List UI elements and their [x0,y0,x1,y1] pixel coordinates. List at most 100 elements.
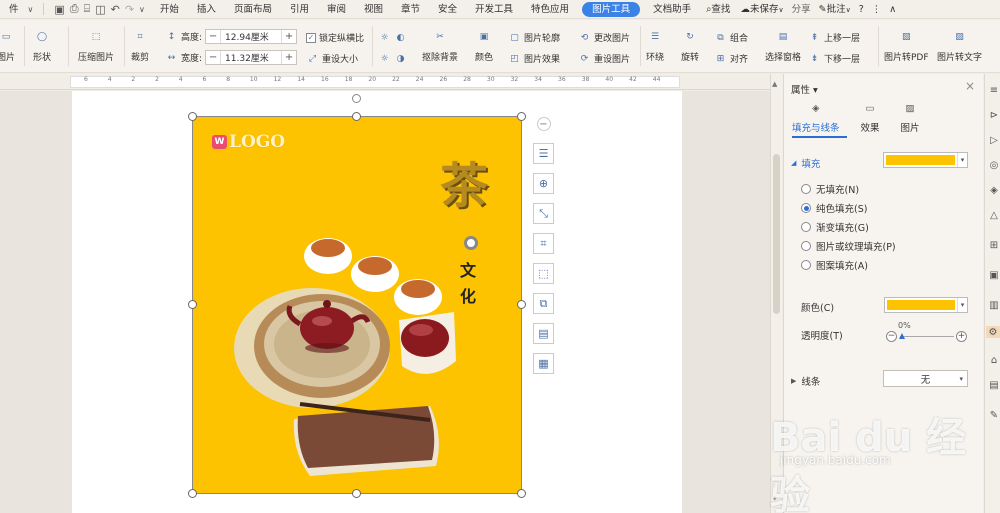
share-button[interactable]: 分享 [788,0,815,19]
more-tools-icon[interactable]: ▦ [533,353,554,374]
scroll-up-icon[interactable]: ▲ [772,80,777,88]
reset-size-button[interactable]: ⤢ 重设大小 [306,52,358,66]
radio-pattern-fill[interactable]: 图案填充(A) [801,258,868,272]
image-icon[interactable]: ▣ [988,269,1000,281]
minus-icon[interactable]: − [206,31,220,42]
cursor-icon[interactable]: ▷ [988,134,1000,146]
collapse-toolbar-icon[interactable]: − [536,117,551,131]
location-icon[interactable]: ◎ [988,159,1000,171]
send-backward-button[interactable]: ⇟ 下移一层 [808,52,860,66]
color-picker[interactable]: ▾ [884,297,968,313]
resize-handle-top-right[interactable] [517,112,526,121]
tab-page-layout[interactable]: 页面布局 [225,0,281,19]
resize-handle-bottom-left[interactable] [188,489,197,498]
width-value[interactable]: 11.32厘米 [220,51,283,64]
contrast-icon[interactable]: ◐ [394,31,407,44]
slider-knob[interactable] [899,333,905,339]
contrast-down-icon[interactable]: ◑ [394,52,407,65]
radio-no-fill[interactable]: 无填充(N) [801,182,859,196]
resize-handle-left[interactable] [188,300,197,309]
tab-fill-and-line[interactable]: ◈ 填充与线条 [792,99,840,135]
tab-effects[interactable]: ▭ 效果 [860,99,880,135]
tab-home[interactable]: 开始 [151,0,188,19]
transparency-slider[interactable]: − 0% + [886,321,968,344]
print-icon[interactable]: ⌸ [84,2,91,16]
selection-pane-button[interactable]: ▤ 选择窗格 [765,28,801,63]
tab-picture-tools[interactable]: 图片工具 [582,1,641,17]
tab-view[interactable]: 视图 [355,0,392,19]
undo-icon[interactable]: ↶ [111,3,120,16]
unsaved-button[interactable]: ☁未保存∨ [736,0,787,19]
lock-ratio-checkbox[interactable]: ✓ 锁定纵横比 [306,31,364,44]
outline-button[interactable]: ▢ 图片轮廓 [508,31,560,45]
resize-handle-top-left[interactable] [188,112,197,121]
select-icon[interactable]: ⊳ [988,109,1000,121]
resize-handle-bottom-right[interactable] [517,489,526,498]
fill-color-picker[interactable]: ▾ [883,152,968,168]
panel-title[interactable]: 属性 ▾ [791,82,818,96]
style-icon[interactable]: △ [988,209,1000,221]
tab-review[interactable]: 审阅 [318,0,355,19]
picture-to-pdf-button[interactable]: ▧ 图片转PDF [884,28,929,63]
height-value[interactable]: 12.94厘米 [220,30,283,43]
height-stepper[interactable]: − 12.94厘米 + [205,29,298,44]
remove-background-button[interactable]: ✂ 抠除背景 [422,28,458,63]
more-icon[interactable]: ⋮ [868,0,886,19]
extract-icon[interactable]: ⬚ [533,263,554,284]
line-style-dropdown[interactable]: 无 ▾ [883,370,968,387]
tab-featured[interactable]: 特色应用 [522,0,578,19]
tab-developer[interactable]: 开发工具 [466,0,522,19]
bucket-icon[interactable]: ◈ [988,184,1000,196]
slider-track[interactable] [900,336,954,337]
copy-picture-icon[interactable]: ⧉ [533,293,554,314]
translate-icon[interactable]: ▤ [533,323,554,344]
plus-icon[interactable]: + [956,331,967,342]
chart-icon[interactable]: ▥ [988,299,1000,311]
page-up-icon[interactable]: ⇞ [772,482,778,490]
compress-picture-button[interactable]: ⬚ 压缩图片 [78,28,114,63]
share-icon[interactable]: ⌂ [988,354,1000,366]
resize-handle-top[interactable] [352,112,361,121]
crop-icon[interactable]: ⌗ [533,233,554,254]
chevron-down-icon[interactable]: ∨ [139,5,145,14]
line-section-header[interactable]: ▶ 线条 [791,374,820,388]
color-button[interactable]: ▣ 颜色 [474,28,494,63]
tab-insert[interactable]: 插入 [188,0,225,19]
tab-picture[interactable]: ▨ 图片 [900,99,920,135]
file-menu[interactable]: 件 [0,0,28,19]
insert-picture-button[interactable]: ▭ 图片 [0,28,16,63]
radio-solid-fill[interactable]: 纯色填充(S) [801,201,867,215]
collapse-icon[interactable]: ∧ [885,0,900,19]
plus-icon[interactable]: + [282,31,296,42]
page-down-icon[interactable]: ⇟ [772,494,778,502]
chevron-down-icon[interactable]: ∨ [28,5,34,14]
rotate-button[interactable]: ↻ 旋转 [680,28,700,63]
redo-icon[interactable]: ↷ [125,3,134,16]
resize-handle-bottom[interactable] [352,489,361,498]
group-button[interactable]: ⧉ 组合 [714,31,748,45]
table-icon[interactable]: ⊞ [988,239,1000,251]
layout-icon[interactable]: ▤ [988,379,1000,391]
brightness-down-icon[interactable]: ☼ [378,52,391,65]
rotate-handle-icon[interactable] [352,94,361,103]
brightness-icon[interactable]: ☼ [378,31,391,44]
collapse-panel-icon[interactable]: ≡ [988,84,1000,96]
replace-icon[interactable]: ⤡ [533,203,554,224]
fill-section-header[interactable]: ◢ 填充 [791,156,820,170]
effect-button[interactable]: ◰ 图片效果 [508,52,560,66]
align-button[interactable]: ⊞ 对齐 [714,52,748,66]
layout-options-icon[interactable]: ☰ [533,143,554,164]
resize-handle-right[interactable] [517,300,526,309]
bring-forward-button[interactable]: ⇞ 上移一层 [808,31,860,45]
horizontal-ruler[interactable]: 6 4 2 2 4 6 8 10 12 14 16 18 20 22 24 26 28 30 32 34 36 38 40 4… [0,74,770,90]
scrollbar-thumb[interactable] [773,154,780,314]
wrap-button[interactable]: ☰ 环绕 [645,28,665,63]
preview-icon[interactable]: ◫ [95,3,105,16]
shape-button[interactable]: ◯ 形状 [32,28,52,63]
crop-button[interactable]: ⌗ 裁剪 [130,28,150,63]
radio-picture-fill[interactable]: 图片或纹理填充(P) [801,239,896,253]
tab-security[interactable]: 安全 [429,0,466,19]
minus-icon[interactable]: − [886,331,897,342]
close-icon[interactable]: × [965,79,975,93]
annotate-button[interactable]: ✎批注∨ [815,0,855,19]
